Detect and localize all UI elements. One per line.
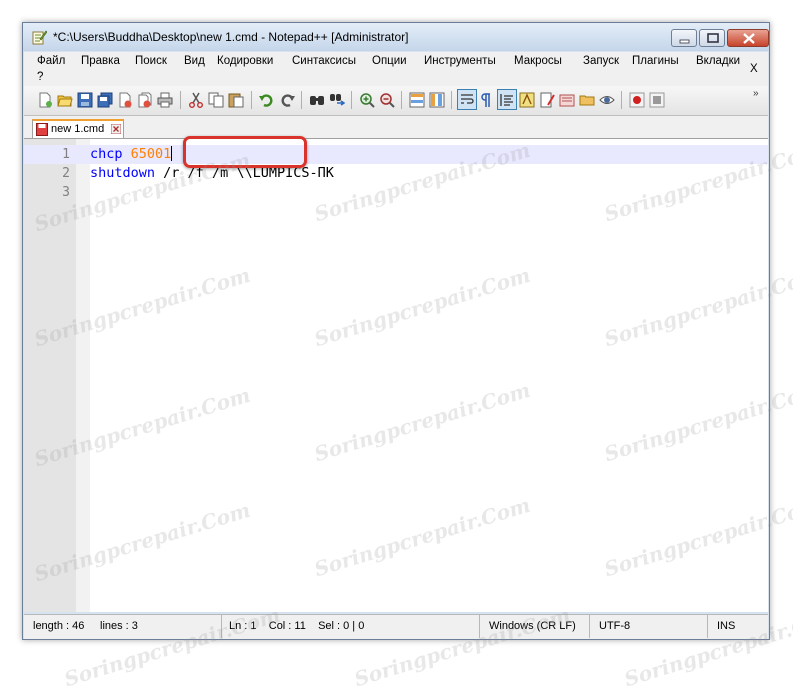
menu-file[interactable]: Файл xyxy=(37,55,65,67)
replace-icon[interactable] xyxy=(329,92,345,108)
status-encoding: UTF-8 xyxy=(599,620,631,632)
line-number: 1 xyxy=(62,147,70,162)
paste-icon[interactable] xyxy=(228,92,244,108)
status-lines: lines : 3 xyxy=(100,620,138,632)
undo-icon[interactable] xyxy=(259,92,275,108)
window-title: *C:\Users\Buddha\Desktop\new 1.cmd - Not… xyxy=(53,30,409,44)
menu-language[interactable]: Синтаксисы xyxy=(292,55,356,67)
notepadpp-window: *C:\Users\Buddha\Desktop\new 1.cmd - Not… xyxy=(22,22,770,640)
status-position-cell: Ln : 1 Col : 11 Sel : 0 | 0 xyxy=(222,615,480,638)
find-icon[interactable] xyxy=(309,92,325,108)
zoom-in-icon[interactable] xyxy=(359,92,375,108)
editor-line[interactable]: 3 xyxy=(24,183,768,202)
menu-help[interactable]: ? xyxy=(37,71,43,83)
tab-close-icon[interactable] xyxy=(111,124,121,134)
menu-plugins[interactable]: Плагины xyxy=(632,55,679,67)
toolbar-separator xyxy=(401,91,402,109)
toolbar-separator xyxy=(451,91,452,109)
user-defined-language-icon[interactable] xyxy=(519,92,535,108)
fold-margin xyxy=(76,139,90,612)
indent-guide-icon[interactable] xyxy=(499,92,515,108)
maximize-icon xyxy=(707,33,719,43)
menu-bar: Файл Правка Поиск Вид Кодировки Синтакси… xyxy=(24,52,768,86)
menu-tools[interactable]: Инструменты xyxy=(424,55,496,67)
line-number: 3 xyxy=(62,185,70,200)
close-icon xyxy=(743,33,755,44)
toolbar-separator xyxy=(621,91,622,109)
print-icon[interactable] xyxy=(157,92,173,108)
close-file-icon[interactable] xyxy=(117,92,133,108)
code-keyword: shutdown xyxy=(90,165,156,181)
minimize-button[interactable] xyxy=(671,29,697,47)
toolbar-separator xyxy=(351,91,352,109)
document-tab-bar: new 1.cmd xyxy=(24,116,768,139)
stop-recording-icon[interactable] xyxy=(649,92,665,108)
editor-area[interactable]: 1 chcp 65001 2 shutdown /r /f /m \\LUMPI… xyxy=(24,139,768,612)
text-caret xyxy=(171,146,173,161)
notepadpp-app-icon xyxy=(32,30,47,45)
function-list-icon[interactable] xyxy=(559,92,575,108)
save-all-icon[interactable] xyxy=(97,92,113,108)
status-length-cell: length : 46 lines : 3 xyxy=(24,615,222,638)
close-window-button[interactable] xyxy=(727,29,769,47)
editor-line[interactable]: 1 chcp 65001 xyxy=(24,145,768,164)
code-argument: 65001 xyxy=(130,146,172,162)
sync-vertical-icon[interactable] xyxy=(409,92,425,108)
record-macro-icon[interactable] xyxy=(629,92,645,108)
cut-icon[interactable] xyxy=(188,92,204,108)
open-file-icon[interactable] xyxy=(57,92,73,108)
folder-as-workspace-icon[interactable] xyxy=(579,92,595,108)
status-length: length : 46 xyxy=(33,620,85,632)
toolbar-separator xyxy=(180,91,181,109)
toolbar-separator xyxy=(251,91,252,109)
menu-macro[interactable]: Макросы xyxy=(514,55,562,67)
menu-edit[interactable]: Правка xyxy=(81,55,120,67)
word-wrap-icon[interactable] xyxy=(459,92,475,108)
new-file-icon[interactable] xyxy=(37,92,53,108)
unsaved-file-icon xyxy=(36,123,48,136)
monitoring-eye-icon[interactable] xyxy=(599,92,615,108)
close-all-icon[interactable] xyxy=(137,92,153,108)
tab-new-1-cmd[interactable]: new 1.cmd xyxy=(32,119,124,138)
save-icon[interactable] xyxy=(77,92,93,108)
tab-label: new 1.cmd xyxy=(51,123,105,135)
menu-search[interactable]: Поиск xyxy=(135,55,167,67)
toolbar: » xyxy=(24,86,768,116)
status-eol-cell[interactable]: Windows (CR LF) xyxy=(480,615,590,638)
menu-encoding[interactable]: Кодировки xyxy=(217,55,273,67)
minimize-icon xyxy=(679,39,690,44)
line-number-gutter xyxy=(24,139,76,612)
status-insert-mode: INS xyxy=(717,620,736,632)
menu-settings[interactable]: Опции xyxy=(372,55,407,67)
menu-view[interactable]: Вид xyxy=(184,55,205,67)
code-text: chcp 65001 xyxy=(90,146,173,162)
menu-window[interactable]: Вкладки xyxy=(696,55,740,67)
toolbar-separator xyxy=(301,91,302,109)
status-eol: Windows (CR LF) xyxy=(489,620,576,632)
status-position: Ln : 1 Col : 11 Sel : 0 | 0 xyxy=(229,620,365,632)
editor-line[interactable]: 2 shutdown /r /f /m \\LUMPICS-ПК xyxy=(24,164,768,183)
menu-run[interactable]: Запуск xyxy=(583,55,619,67)
redo-icon[interactable] xyxy=(279,92,295,108)
copy-icon[interactable] xyxy=(208,92,224,108)
document-map-icon[interactable] xyxy=(539,92,555,108)
close-document-button[interactable]: X xyxy=(750,63,758,75)
status-mode-cell[interactable]: INS xyxy=(708,615,768,638)
status-bar: length : 46 lines : 3 Ln : 1 Col : 11 Se… xyxy=(24,614,768,639)
code-keyword: chcp xyxy=(90,146,123,162)
maximize-button[interactable] xyxy=(699,29,725,47)
show-all-characters-icon[interactable] xyxy=(479,92,495,108)
line-number: 2 xyxy=(62,166,70,181)
status-encoding-cell[interactable]: UTF-8 xyxy=(590,615,708,638)
sync-horizontal-icon[interactable] xyxy=(429,92,445,108)
highlight-annotation xyxy=(183,136,307,168)
zoom-out-icon[interactable] xyxy=(379,92,395,108)
toolbar-overflow-chevron-icon[interactable]: » xyxy=(753,88,759,99)
title-bar[interactable]: *C:\Users\Buddha\Desktop\new 1.cmd - Not… xyxy=(23,23,769,51)
